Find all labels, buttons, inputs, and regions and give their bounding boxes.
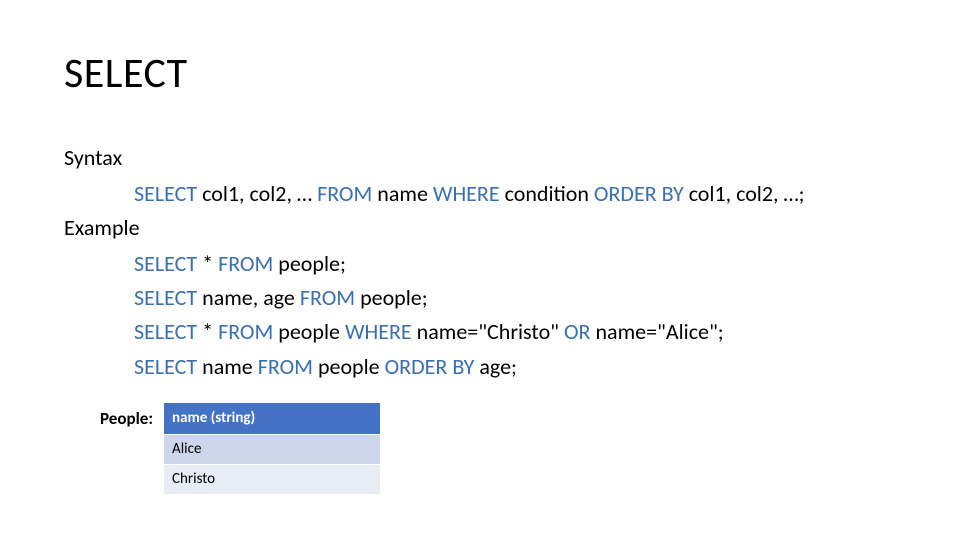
slide-title: SELECT xyxy=(64,48,896,99)
ex4-ordercol: age; xyxy=(479,353,517,380)
syntax-label: Syntax xyxy=(64,141,896,175)
kw-from: FROM xyxy=(300,284,355,311)
table-row: Christo xyxy=(164,465,381,495)
kw-from: FROM xyxy=(218,250,273,277)
kw-where: WHERE xyxy=(345,318,412,345)
syntax-line: SELECT col1, col2, … FROM name WHERE con… xyxy=(134,177,896,211)
result-table-wrap: People: name (string) Alice Christo xyxy=(100,402,896,496)
example-line-4: SELECT name FROM people ORDER BY age; xyxy=(134,350,896,384)
table-label: People: xyxy=(100,402,153,432)
ex3-star: * xyxy=(202,318,213,345)
kw-select: SELECT xyxy=(134,250,197,277)
ex1-star: * xyxy=(202,250,213,277)
ex2-cols: name, age xyxy=(202,284,295,311)
kw-orderby: ORDER BY xyxy=(385,353,475,380)
kw-orderby: ORDER BY xyxy=(594,180,684,207)
example-line-2: SELECT name, age FROM people; xyxy=(134,281,896,315)
kw-select: SELECT xyxy=(134,318,197,345)
ex4-cols: name xyxy=(202,353,253,380)
syntax-ordercols: col1, col2, …; xyxy=(689,180,805,207)
example-label: Example xyxy=(64,211,896,245)
ex4-tbl: people xyxy=(318,353,380,380)
table-header: name (string) xyxy=(164,402,381,434)
kw-select: SELECT xyxy=(134,284,197,311)
table-row: Alice xyxy=(164,434,381,464)
kw-select: SELECT xyxy=(134,180,197,207)
ex3-clause1: name="Christo" xyxy=(417,318,559,345)
kw-from: FROM xyxy=(218,318,273,345)
result-table: name (string) Alice Christo xyxy=(163,402,381,496)
kw-from: FROM xyxy=(258,353,313,380)
syntax-name: name xyxy=(377,180,428,207)
ex2-tbl: people; xyxy=(360,284,428,311)
syntax-cols: col1, col2, … xyxy=(202,180,312,207)
ex3-clause2: name="Alice"; xyxy=(595,318,723,345)
kw-where: WHERE xyxy=(433,180,500,207)
table-cell: Alice xyxy=(164,434,381,464)
example-line-3: SELECT * FROM people WHERE name="Christo… xyxy=(134,315,896,349)
slide-body: Syntax SELECT col1, col2, … FROM name WH… xyxy=(64,141,896,495)
ex1-tbl: people; xyxy=(278,250,346,277)
example-line-1: SELECT * FROM people; xyxy=(134,247,896,281)
table-cell: Christo xyxy=(164,465,381,495)
syntax-cond: condition xyxy=(505,180,589,207)
kw-from: FROM xyxy=(317,180,372,207)
ex3-tbl: people xyxy=(278,318,340,345)
kw-select: SELECT xyxy=(134,353,197,380)
slide: SELECT Syntax SELECT col1, col2, … FROM … xyxy=(0,0,960,540)
kw-or: OR xyxy=(564,318,591,345)
